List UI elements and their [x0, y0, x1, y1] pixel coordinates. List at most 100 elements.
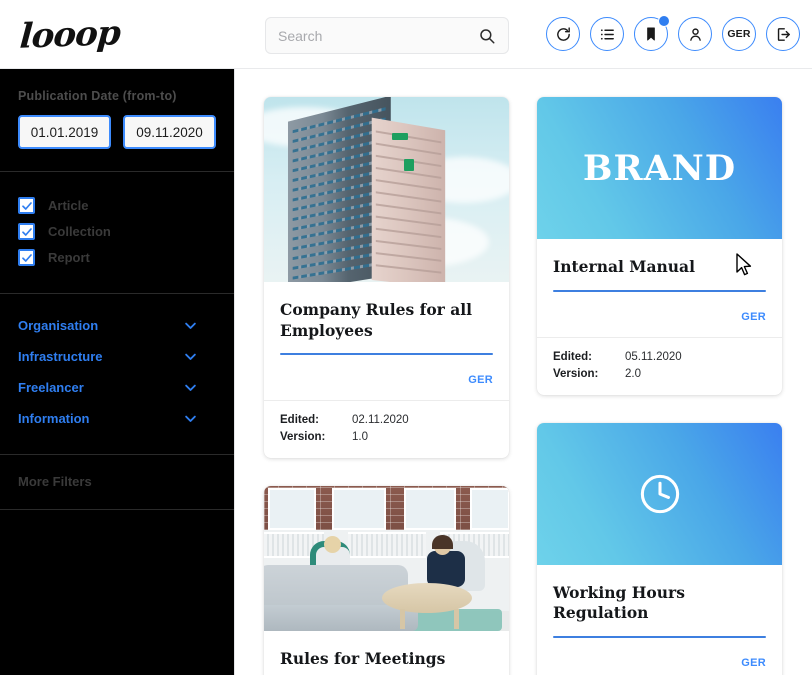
- title-underline: [280, 353, 493, 356]
- chevron-down-icon: [183, 349, 198, 364]
- card-column-right: BRAND Internal Manual GER Edited: 05.11.…: [537, 97, 782, 675]
- refresh-icon: [555, 26, 572, 43]
- search-input[interactable]: [278, 27, 478, 44]
- card-body: Working Hours Regulation: [537, 565, 782, 648]
- building-tower-right: [371, 117, 446, 282]
- card-language-tag: GER: [741, 656, 766, 669]
- clock-icon: [637, 471, 683, 517]
- date-to-input[interactable]: 09.11.2020: [123, 115, 216, 149]
- card-column-left: Company Rules for all Employees GER Edit…: [264, 97, 509, 675]
- refresh-button[interactable]: [546, 17, 580, 51]
- card-language-row: GER: [264, 365, 509, 400]
- card-version-label: Version:: [280, 431, 326, 444]
- card-title: Company Rules for all Employees: [280, 300, 473, 340]
- building-sign-secondary: [404, 159, 414, 171]
- filter-infrastructure-label: Infrastructure: [18, 349, 103, 364]
- list-icon: [599, 26, 616, 43]
- card-body: Internal Manual: [537, 239, 782, 302]
- publication-date-section: Publication Date (from-to) 01.01.2019 09…: [0, 69, 234, 172]
- app-root: looop Search GER Publication Date (from-…: [0, 0, 812, 675]
- search-box[interactable]: [265, 17, 509, 54]
- card-version-row: Version: 2.0: [553, 368, 766, 380]
- card-working-hours[interactable]: Working Hours Regulation GER Edited: 29.…: [537, 422, 782, 675]
- checkbox-article[interactable]: Article: [18, 197, 216, 214]
- content-area: Company Rules for all Employees GER Edit…: [236, 69, 812, 675]
- more-filters-section[interactable]: More Filters: [0, 455, 234, 510]
- publication-date-label: Publication Date (from-to): [18, 89, 177, 103]
- card-edited-value: 05.11.2020: [625, 350, 682, 363]
- app-logo[interactable]: looop: [12, 10, 232, 60]
- card-thumbnail-building-photo: [264, 97, 509, 282]
- checkbox-checked-icon: [18, 197, 35, 214]
- search-icon: [478, 27, 496, 45]
- more-filters-label: More Filters: [18, 474, 92, 489]
- type-filter-section: Article Collection Report: [0, 172, 234, 294]
- language-label: GER: [727, 28, 751, 40]
- card-rules-for-meetings[interactable]: Rules for Meetings: [264, 486, 509, 675]
- chevron-down-icon: [183, 318, 198, 333]
- card-thumbnail-meeting-photo: [264, 486, 509, 632]
- filter-information[interactable]: Information: [18, 403, 216, 434]
- card-title: Rules for Meetings: [280, 649, 446, 669]
- card-company-rules[interactable]: Company Rules for all Employees GER Edit…: [264, 97, 509, 459]
- checkbox-collection-label: Collection: [48, 224, 111, 239]
- card-body: Rules for Meetings: [264, 631, 509, 675]
- chevron-down-icon: [183, 411, 198, 426]
- card-edited-row: Edited: 02.11.2020: [280, 414, 493, 426]
- building-sign: [392, 133, 408, 140]
- user-icon: [687, 26, 704, 43]
- language-button[interactable]: GER: [722, 17, 756, 51]
- card-language-tag: GER: [741, 310, 766, 323]
- filter-organisation-label: Organisation: [18, 318, 99, 333]
- app-header: looop Search GER: [0, 0, 812, 69]
- card-footer: Edited: 05.11.2020 Version: 2.0: [537, 336, 782, 395]
- filter-sidebar: Publication Date (from-to) 01.01.2019 09…: [0, 69, 235, 675]
- date-from-input[interactable]: 01.01.2019: [18, 115, 111, 149]
- brand-text: BRAND: [582, 147, 737, 189]
- checkbox-checked-icon: [18, 223, 35, 240]
- list-button[interactable]: [590, 17, 624, 51]
- card-footer: Edited: 02.11.2020 Version: 1.0: [264, 400, 509, 458]
- chevron-down-icon: [183, 380, 198, 395]
- card-thumbnail-brand: BRAND: [537, 97, 782, 239]
- category-filter-section: Organisation Infrastructure Freelancer I…: [0, 294, 234, 455]
- card-language-row: GER: [537, 648, 782, 675]
- filter-freelancer-label: Freelancer: [18, 380, 84, 395]
- title-underline: [553, 635, 766, 638]
- card-internal-manual[interactable]: BRAND Internal Manual GER Edited: 05.11.…: [537, 97, 782, 395]
- bookmark-icon: [643, 26, 659, 42]
- card-edited-row: Edited: 05.11.2020: [553, 351, 766, 363]
- card-version-value: 2.0: [625, 367, 641, 380]
- checkbox-article-label: Article: [48, 198, 89, 213]
- date-range-row: 01.01.2019 09.11.2020: [18, 115, 216, 149]
- logo-text: looop: [18, 13, 122, 57]
- title-underline: [553, 289, 766, 292]
- card-version-row: Version: 1.0: [280, 431, 493, 443]
- card-version-label: Version:: [553, 367, 599, 380]
- filter-organisation[interactable]: Organisation: [18, 310, 216, 341]
- checkbox-report-label: Report: [48, 250, 90, 265]
- logout-button[interactable]: [766, 17, 800, 51]
- logout-icon: [775, 26, 792, 43]
- card-edited-value: 02.11.2020: [352, 414, 409, 427]
- card-title: Internal Manual: [553, 257, 695, 276]
- header-actions: GER: [546, 15, 800, 51]
- profile-button[interactable]: [678, 17, 712, 51]
- filter-information-label: Information: [18, 411, 90, 426]
- card-version-value: 1.0: [352, 431, 368, 444]
- card-language-tag: GER: [468, 374, 493, 387]
- card-body: Company Rules for all Employees: [264, 282, 509, 365]
- card-thumbnail-clock: [537, 422, 782, 565]
- card-edited-label: Edited:: [280, 414, 319, 427]
- filter-infrastructure[interactable]: Infrastructure: [18, 341, 216, 372]
- bookmark-button[interactable]: [634, 15, 670, 51]
- checkbox-collection[interactable]: Collection: [18, 223, 216, 240]
- card-title: Working Hours Regulation: [553, 582, 685, 623]
- card-grid: Company Rules for all Employees GER Edit…: [264, 97, 782, 675]
- card-language-row: GER: [537, 302, 782, 337]
- checkbox-checked-icon: [18, 249, 35, 266]
- card-edited-label: Edited:: [553, 350, 592, 363]
- notification-badge: [658, 15, 670, 27]
- checkbox-report[interactable]: Report: [18, 249, 216, 266]
- filter-freelancer[interactable]: Freelancer: [18, 372, 216, 403]
